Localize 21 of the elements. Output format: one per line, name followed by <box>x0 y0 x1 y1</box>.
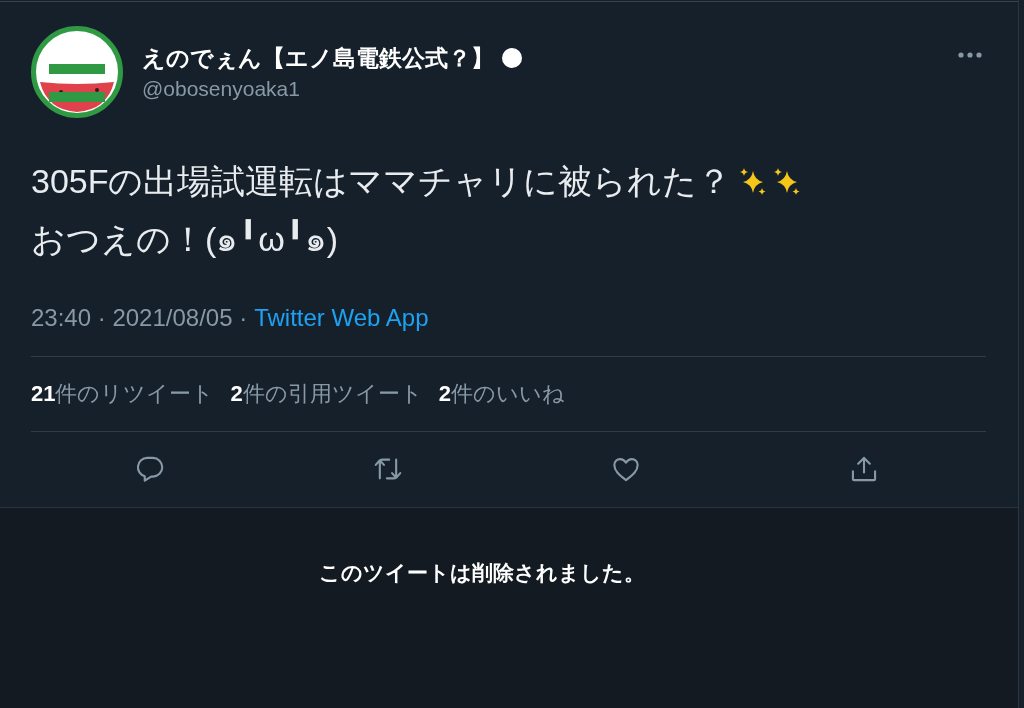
tweet-text: おつえの！(๑╹ω╹๑) <box>31 218 339 260</box>
share-icon <box>850 455 878 483</box>
more-icon <box>958 52 982 58</box>
deleted-notice: このツイートは削除されました。 <box>319 560 645 586</box>
stat-link[interactable]: 21件のリツイート <box>31 379 215 409</box>
user-handle[interactable]: @obosenyoaka1 <box>142 74 522 104</box>
heart-icon <box>612 455 640 483</box>
tweet-timestamp: 23:40 · 2021/08/05 · <box>31 304 248 332</box>
tweet-text: 305Fの出場試運転はママチャリに被られた？ <box>31 160 732 202</box>
source-link[interactable]: Twitter Web App <box>254 304 429 332</box>
reply-button[interactable] <box>136 455 164 483</box>
circle-icon <box>502 48 522 68</box>
avatar-image[interactable] <box>31 26 123 118</box>
share-button[interactable] <box>850 455 878 483</box>
sparkles-icon <box>739 167 766 196</box>
display-name[interactable]: えのでぇん【エノ島電鉄公式？】 <box>142 42 494 74</box>
like-button[interactable] <box>612 455 640 483</box>
stat-link[interactable]: 2件のいいね <box>438 379 565 409</box>
speech-bubble-icon <box>136 455 164 483</box>
stat-link[interactable]: 2件の引用ツイート <box>230 379 423 409</box>
sparkles-icon <box>773 167 800 196</box>
